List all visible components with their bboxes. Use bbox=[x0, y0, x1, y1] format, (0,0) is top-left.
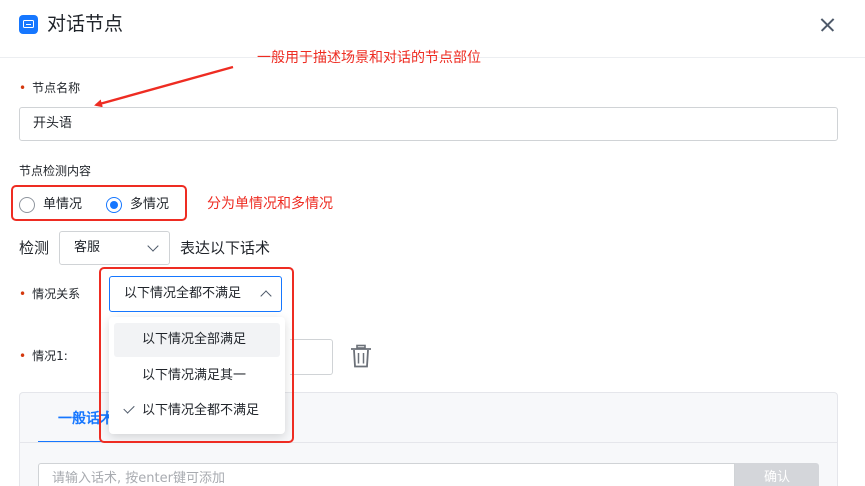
condition1-label-text: 情况1: bbox=[32, 349, 68, 363]
trash-icon[interactable] bbox=[350, 344, 372, 368]
annotation-node-name: 一般用于描述场景和对话的节点部位 bbox=[257, 50, 481, 66]
annotation-mode: 分为单情况和多情况 bbox=[207, 196, 333, 212]
dialog-header: 对话节点 bbox=[0, 0, 865, 50]
condition1-label: • 情况1: bbox=[19, 348, 68, 364]
dialog-title: 对话节点 bbox=[47, 13, 124, 35]
node-name-label: • 节点名称 bbox=[19, 80, 80, 96]
condition1-input[interactable] bbox=[290, 339, 333, 375]
node-name-label-text: 节点名称 bbox=[32, 81, 81, 95]
node-name-input[interactable]: 开头语 bbox=[19, 107, 838, 141]
required-mark: • bbox=[19, 287, 27, 301]
phrase-input[interactable]: 请输入话术, 按enter键可添加 bbox=[38, 463, 735, 486]
confirm-button[interactable]: 确认 bbox=[735, 463, 819, 486]
radio-single-label: 单情况 bbox=[43, 197, 83, 212]
role-select[interactable]: 客服 bbox=[59, 231, 170, 265]
radio-circle-unchecked bbox=[19, 197, 35, 213]
detect-prefix: 检测 bbox=[19, 239, 50, 257]
annotation-box-relation bbox=[99, 267, 294, 443]
relation-label: • 情况关系 bbox=[19, 286, 80, 302]
required-mark: • bbox=[19, 349, 27, 363]
role-select-value: 客服 bbox=[74, 240, 101, 255]
radio-circle-checked bbox=[106, 197, 122, 213]
detect-suffix: 表达以下话术 bbox=[180, 239, 271, 257]
radio-multi-case[interactable]: 多情况 bbox=[106, 196, 169, 214]
relation-label-text: 情况关系 bbox=[32, 287, 81, 301]
required-mark: • bbox=[19, 81, 27, 95]
radio-multi-label: 多情况 bbox=[130, 197, 170, 212]
detection-section-label: 节点检测内容 bbox=[19, 164, 92, 178]
radio-single-case[interactable]: 单情况 bbox=[19, 196, 82, 214]
close-icon[interactable] bbox=[818, 15, 838, 35]
chevron-down-icon bbox=[147, 240, 159, 252]
chat-node-icon bbox=[19, 15, 38, 34]
